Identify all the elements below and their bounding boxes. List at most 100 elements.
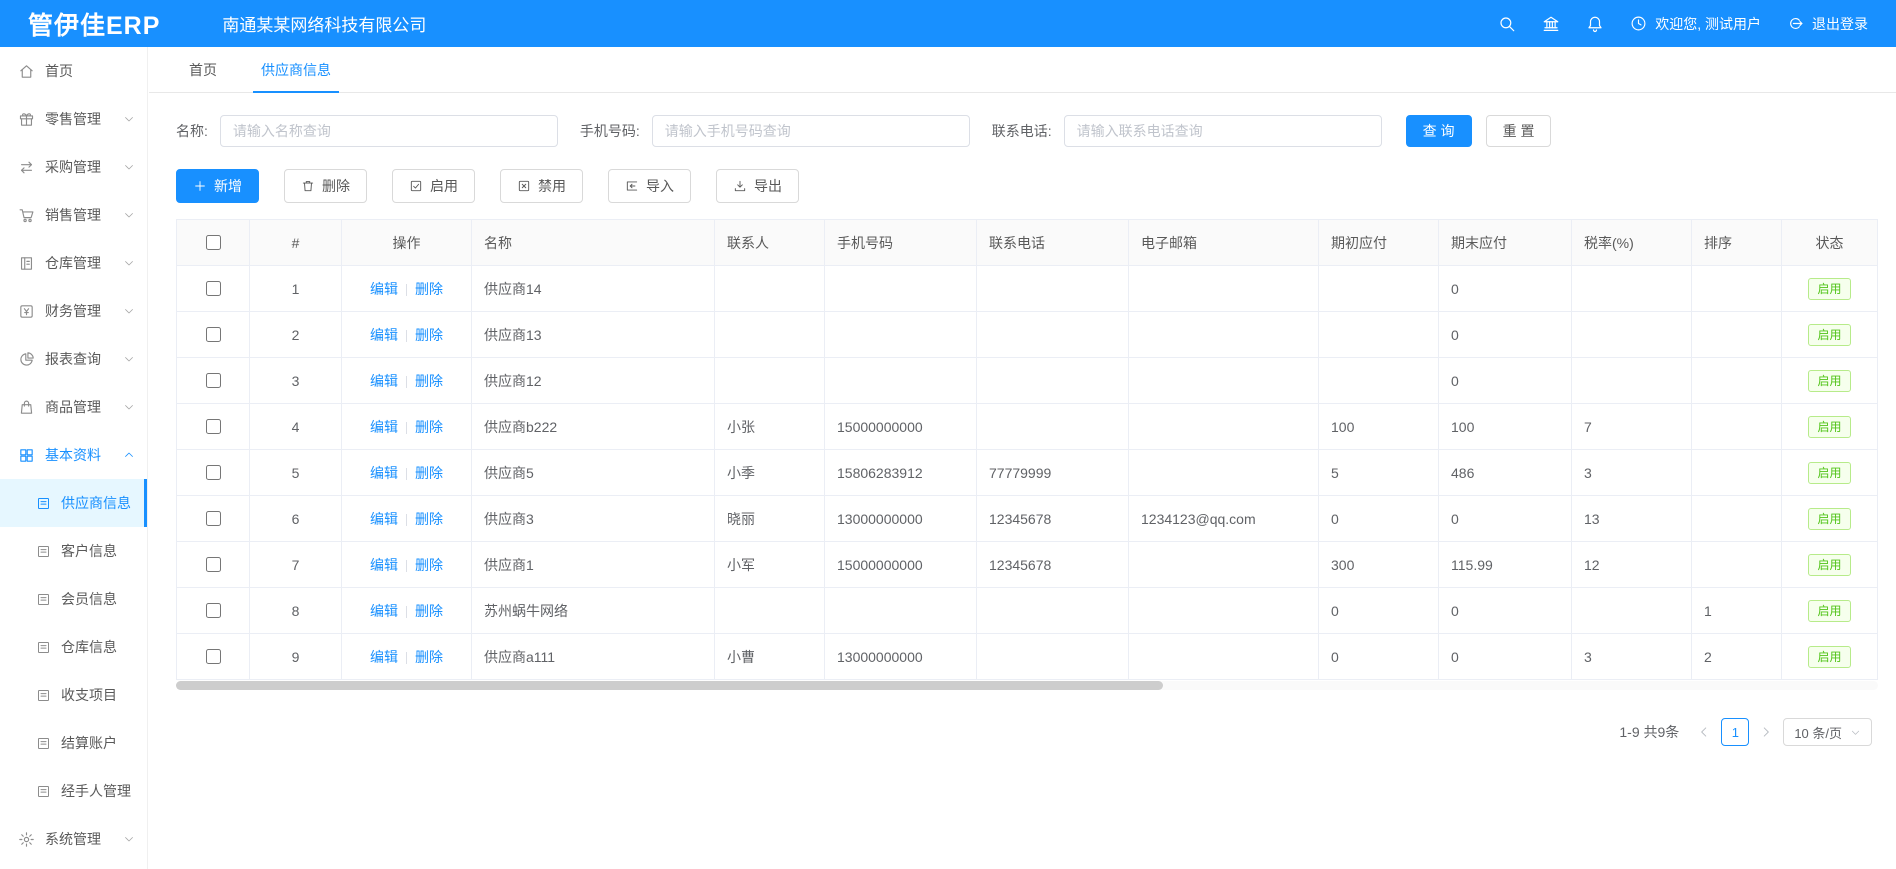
edit-link[interactable]: 编辑 [370,557,398,573]
delete-link[interactable]: 删除 [415,649,443,665]
cell-checkbox [177,496,250,542]
name-input[interactable] [220,115,558,147]
cell-sort [1692,312,1782,358]
phone-input[interactable] [1064,115,1382,147]
sidebar-item-reports[interactable]: 报表查询 [0,335,147,383]
col-closing-payable: 期末应付 [1439,220,1572,266]
row-checkbox[interactable] [206,327,221,342]
edit-link[interactable]: 编辑 [370,465,398,481]
edit-link[interactable]: 编辑 [370,373,398,389]
chevron-right-icon[interactable] [1759,725,1773,739]
logout-button[interactable]: 退出登录 [1787,14,1868,34]
row-checkbox[interactable] [206,281,221,296]
reset-button[interactable]: 重 置 [1486,115,1552,147]
delete-button[interactable]: 删除 [284,169,367,203]
cell-tax-rate [1572,358,1692,404]
bank-icon[interactable] [1542,15,1560,33]
delete-link[interactable]: 删除 [415,373,443,389]
sidebar-item-goods[interactable]: 商品管理 [0,383,147,431]
row-checkbox[interactable] [206,373,221,388]
sidebar-item-sales[interactable]: 销售管理 [0,191,147,239]
cell-tax-rate: 3 [1572,634,1692,680]
check-square-icon [409,179,423,193]
divider [406,514,407,526]
cell-email [1129,312,1319,358]
row-checkbox[interactable] [206,465,221,480]
tab-label: 首页 [189,60,217,80]
enable-button[interactable]: 启用 [392,169,475,203]
tab-home[interactable]: 首页 [189,47,217,92]
cell-name: 苏州蜗牛网络 [472,588,715,634]
delete-link[interactable]: 删除 [415,511,443,527]
search-icon[interactable] [1498,15,1516,33]
cell-status: 启用 [1782,358,1878,404]
delete-link[interactable]: 删除 [415,419,443,435]
welcome-user[interactable]: 欢迎您, 测试用户 [1630,14,1761,34]
sidebar-item-income-expense[interactable]: 收支项目 [0,671,147,719]
cell-status: 启用 [1782,496,1878,542]
sidebar-item-warehouse-info[interactable]: 仓库信息 [0,623,147,671]
tab-supplier-info[interactable]: 供应商信息 [261,47,331,92]
delete-link[interactable]: 删除 [415,327,443,343]
edit-link[interactable]: 编辑 [370,511,398,527]
cell-checkbox [177,358,250,404]
edit-link[interactable]: 编辑 [370,419,398,435]
divider [406,468,407,480]
horizontal-scrollbar[interactable] [176,681,1878,690]
sidebar-item-handler-management[interactable]: 经手人管理 [0,767,147,815]
sidebar-item-retail[interactable]: 零售管理 [0,95,147,143]
delete-link[interactable]: 删除 [415,603,443,619]
edit-link[interactable]: 编辑 [370,281,398,297]
col-contact: 联系人 [715,220,825,266]
sidebar-item-settlement-account[interactable]: 结算账户 [0,719,147,767]
sidebar-item-basic-data[interactable]: 基本资料 [0,431,147,479]
col-tax-rate: 税率(%) [1572,220,1692,266]
row-checkbox[interactable] [206,649,221,664]
sidebar-item-finance[interactable]: 财务管理 [0,287,147,335]
cell-index: 2 [250,312,342,358]
sidebar-item-member-info[interactable]: 会员信息 [0,575,147,623]
row-checkbox[interactable] [206,511,221,526]
edit-link[interactable]: 编辑 [370,649,398,665]
sidebar-item-system[interactable]: 系统管理 [0,815,147,863]
disable-button[interactable]: 禁用 [500,169,583,203]
cell-actions: 编辑 删除 [342,404,472,450]
chevron-left-icon[interactable] [1697,725,1711,739]
export-button[interactable]: 导出 [716,169,799,203]
scrollbar-thumb[interactable] [176,681,1163,690]
col-index: # [250,220,342,266]
row-checkbox[interactable] [206,419,221,434]
import-button[interactable]: 导入 [608,169,691,203]
document-icon [36,544,51,559]
delete-link[interactable]: 删除 [415,557,443,573]
cell-name: 供应商a111 [472,634,715,680]
sidebar-item-home[interactable]: 首页 [0,47,147,95]
page-number-button[interactable]: 1 [1721,718,1749,746]
cell-closing-payable: 0 [1439,634,1572,680]
sidebar-item-warehouse[interactable]: 仓库管理 [0,239,147,287]
delete-link[interactable]: 删除 [415,281,443,297]
sidebar-item-supplier-info[interactable]: 供应商信息 [0,479,147,527]
search-button[interactable]: 查 询 [1406,115,1472,147]
col-status: 状态 [1782,220,1878,266]
cell-checkbox [177,634,250,680]
table-body: 1 编辑删除 供应商14 0 启用 2 编辑删除 供应商13 0 启用 3 编 [177,266,1878,680]
edit-link[interactable]: 编辑 [370,603,398,619]
row-checkbox[interactable] [206,603,221,618]
cell-mobile: 15000000000 [825,542,977,588]
cell-checkbox [177,542,250,588]
mobile-input[interactable] [652,115,970,147]
trash-icon [301,179,315,193]
sidebar-item-label: 商品管理 [45,397,101,417]
sidebar-item-customer-info[interactable]: 客户信息 [0,527,147,575]
add-button[interactable]: 新增 [176,169,259,203]
delete-link[interactable]: 删除 [415,465,443,481]
cell-phone [977,266,1129,312]
select-all-checkbox[interactable] [206,235,221,250]
sidebar-item-purchase[interactable]: 采购管理 [0,143,147,191]
document-icon [36,592,51,607]
row-checkbox[interactable] [206,557,221,572]
page-size-select[interactable]: 10 条/页 [1783,718,1872,746]
bell-icon[interactable] [1586,15,1604,33]
edit-link[interactable]: 编辑 [370,327,398,343]
